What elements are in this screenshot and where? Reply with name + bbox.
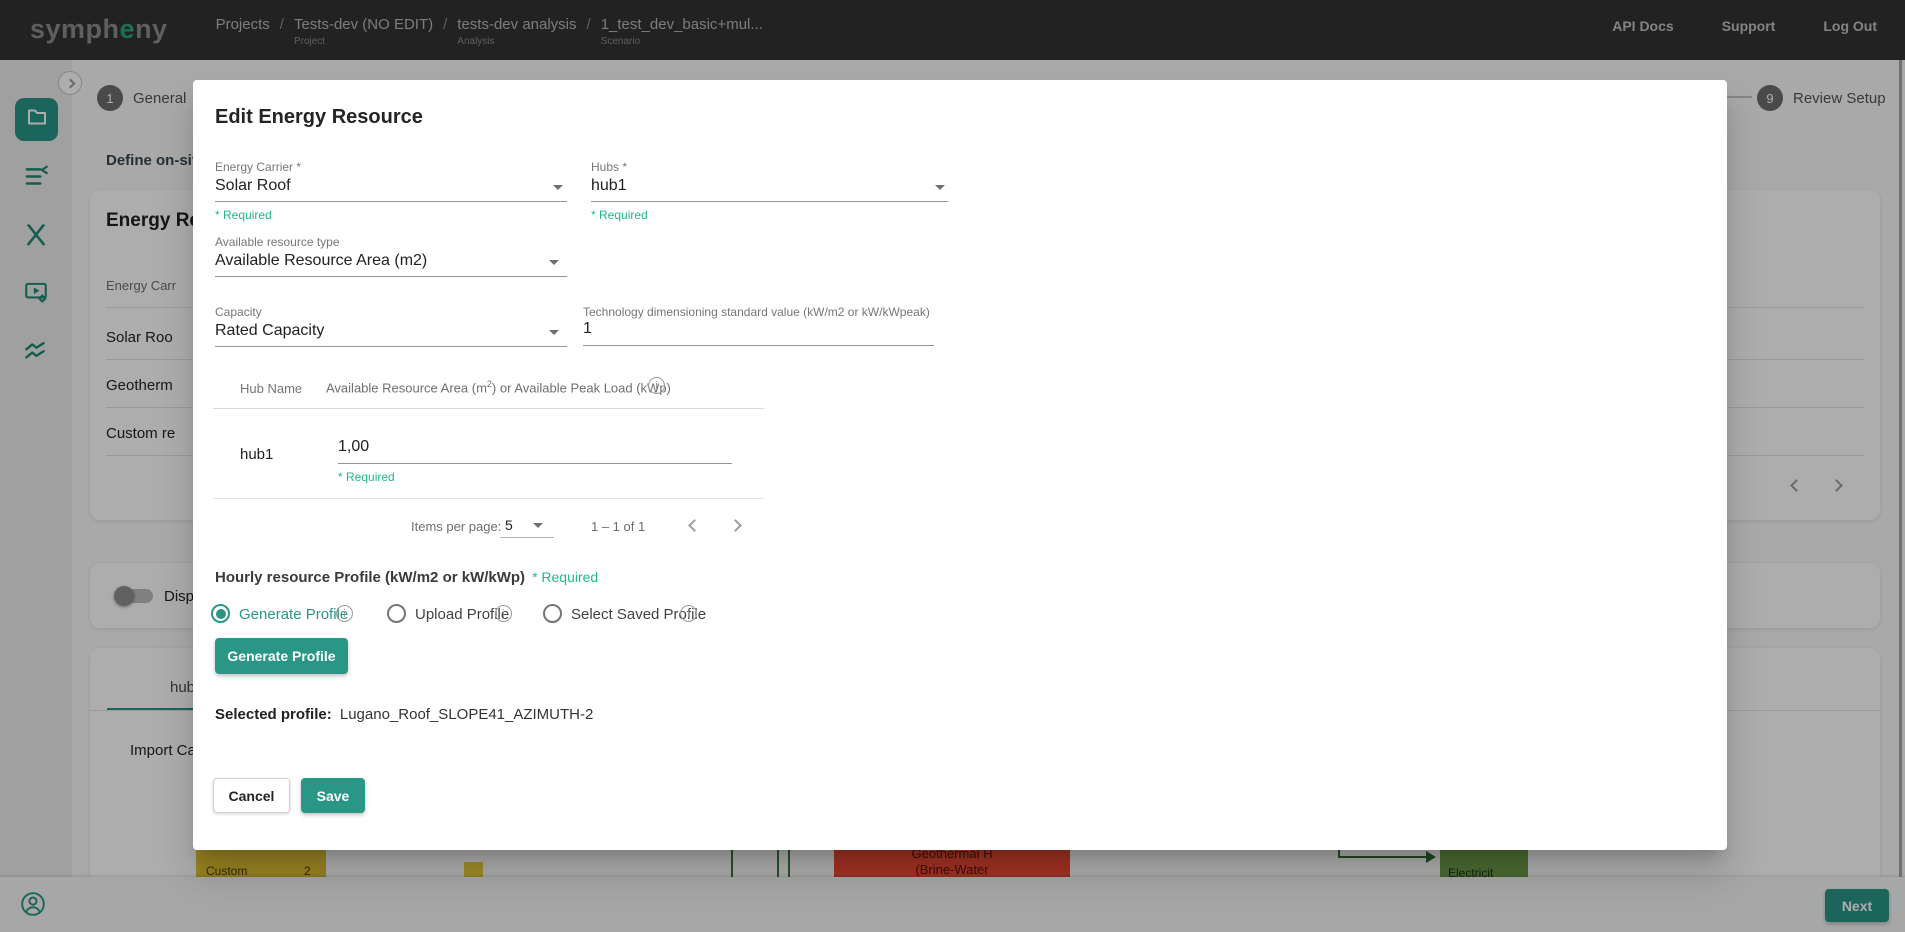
save-button[interactable]: Save: [301, 778, 365, 813]
generate-profile-radio[interactable]: [211, 604, 230, 623]
hub-area-input[interactable]: [338, 438, 732, 464]
table-divider: [213, 498, 764, 499]
paginator-prev-button[interactable]: [688, 519, 701, 532]
upload-profile-radio[interactable]: [387, 604, 406, 623]
info-icon[interactable]: [680, 605, 697, 622]
app-root: sympheny Projects / Tests-dev (NO EDIT) …: [0, 0, 1905, 932]
field-underline: [215, 346, 567, 347]
dialog-title: Edit Energy Resource: [215, 106, 423, 129]
capacity-select[interactable]: Rated Capacity: [215, 322, 324, 340]
chevron-down-icon[interactable]: [553, 185, 563, 190]
chevron-down-icon[interactable]: [549, 260, 559, 265]
required-hint: * Required: [215, 208, 272, 222]
items-per-page-label: Items per page:: [411, 519, 501, 534]
required-hint: * Required: [532, 569, 598, 586]
selected-profile: Selected profile: Lugano_Roof_SLOPE41_AZ…: [215, 706, 593, 723]
generate-profile-button[interactable]: Generate Profile: [215, 638, 348, 674]
edit-energy-resource-dialog: Edit Energy Resource Energy Carrier * So…: [193, 80, 1727, 850]
hub-row-name: hub1: [240, 446, 273, 463]
tech-standard-value-label: Technology dimensioning standard value (…: [583, 305, 930, 319]
required-hint: * Required: [338, 470, 395, 484]
required-hint: * Required: [591, 208, 648, 222]
energy-carrier-label: Energy Carrier *: [215, 160, 301, 174]
cancel-button[interactable]: Cancel: [213, 778, 290, 813]
heading-text: Hourly resource Profile (kW/m2 or kW/kWp…: [215, 569, 525, 586]
hubs-select[interactable]: hub1: [591, 177, 627, 195]
items-per-page-select[interactable]: 5: [505, 517, 513, 533]
selected-profile-value: Lugano_Roof_SLOPE41_AZIMUTH-2: [340, 706, 593, 723]
field-underline: [215, 276, 567, 277]
chevron-down-icon[interactable]: [549, 330, 559, 335]
select-saved-profile-radio[interactable]: [543, 604, 562, 623]
info-icon[interactable]: [336, 605, 353, 622]
paginator-next-button[interactable]: [729, 519, 742, 532]
capacity-label: Capacity: [215, 305, 262, 319]
field-underline: [591, 201, 948, 202]
info-icon[interactable]: [648, 377, 665, 394]
selected-profile-label: Selected profile:: [215, 706, 332, 723]
area-column-header: Available Resource Area (m2) or Availabl…: [326, 379, 671, 395]
tech-standard-value-input[interactable]: [583, 320, 934, 346]
hubs-label: Hubs *: [591, 160, 627, 174]
paginator-range: 1 – 1 of 1: [591, 519, 645, 534]
hourly-profile-heading: Hourly resource Profile (kW/m2 or kW/kWp…: [215, 569, 598, 586]
chevron-down-icon[interactable]: [935, 185, 945, 190]
field-underline: [500, 537, 554, 538]
energy-carrier-select[interactable]: Solar Roof: [215, 177, 291, 195]
generate-profile-radio-label[interactable]: Generate Profile: [239, 606, 348, 623]
field-underline: [215, 201, 567, 202]
table-divider: [213, 408, 764, 409]
info-icon[interactable]: [495, 605, 512, 622]
hub-name-column-header: Hub Name: [240, 381, 302, 396]
resource-type-select[interactable]: Available Resource Area (m2): [215, 252, 427, 270]
resource-type-label: Available resource type: [215, 235, 340, 249]
chevron-down-icon[interactable]: [533, 523, 543, 528]
